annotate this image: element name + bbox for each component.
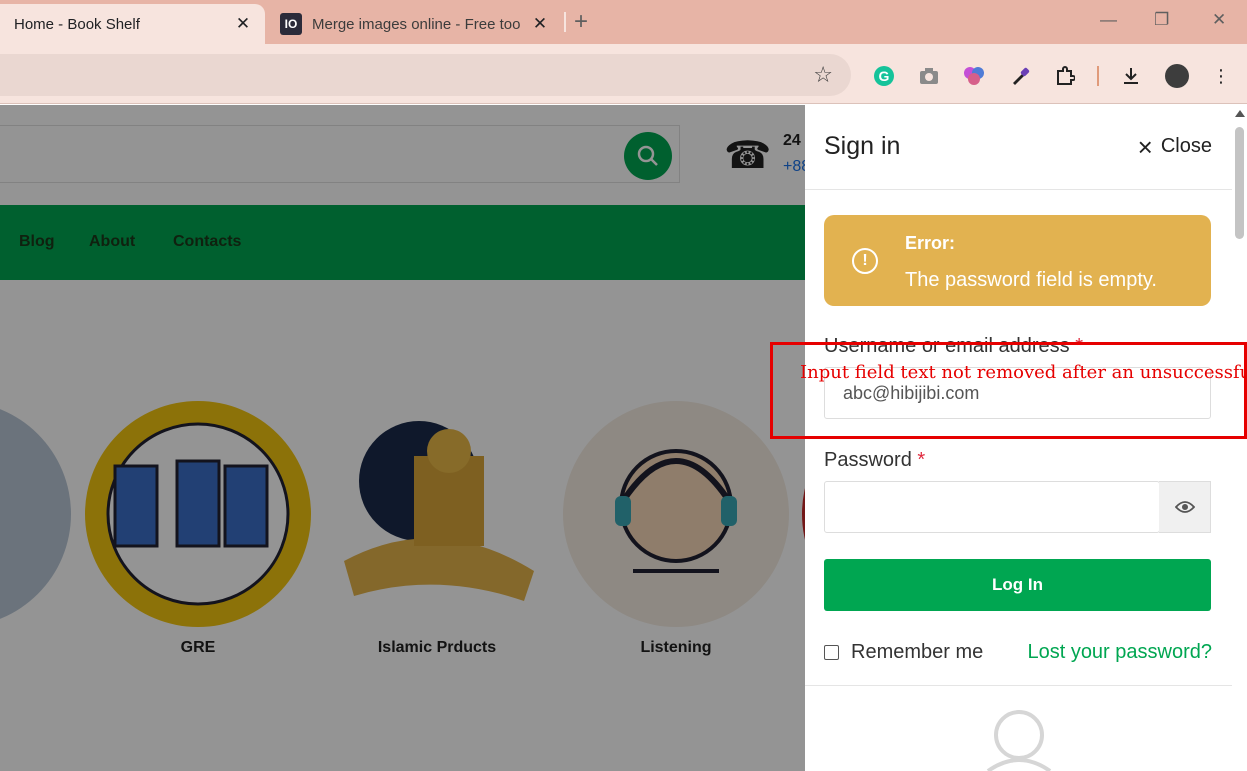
window-close-icon[interactable]: ✕: [1212, 10, 1226, 30]
address-bar[interactable]: ☆: [0, 54, 851, 96]
login-button[interactable]: Log In: [824, 559, 1211, 611]
eyedropper-icon[interactable]: [1007, 63, 1033, 89]
scroll-thumb[interactable]: [1235, 127, 1244, 239]
password-label-text: Password: [824, 449, 912, 471]
tab-close-icon[interactable]: ✕: [231, 14, 255, 34]
scroll-up-arrow-icon[interactable]: [1235, 110, 1245, 117]
tab-merge-images[interactable]: IO Merge images online - Free too ✕: [272, 4, 562, 44]
annotation-text: Input field text not removed after an un…: [800, 362, 1247, 383]
bookmark-star-icon[interactable]: ☆: [813, 62, 833, 88]
tab-separator: [564, 12, 566, 32]
restore-icon[interactable]: ❐: [1154, 10, 1169, 30]
grammarly-icon[interactable]: G: [874, 66, 894, 86]
remember-label: Remember me: [851, 641, 984, 663]
more-menu-icon[interactable]: ⋮: [1208, 63, 1234, 89]
tab-title: Home - Book Shelf: [14, 15, 140, 33]
header-divider: [805, 189, 1232, 190]
tab-favicon: IO: [280, 13, 302, 35]
error-message: The password field is empty.: [905, 269, 1157, 291]
tab-home-book-shelf[interactable]: Home - Book Shelf ✕: [0, 4, 265, 44]
footer-divider: [805, 685, 1232, 686]
plus-icon[interactable]: +: [574, 8, 588, 36]
required-mark: *: [917, 449, 926, 471]
tab-title: Merge images online - Free too: [312, 15, 521, 33]
brain-icon[interactable]: [961, 63, 987, 89]
toolbar-separator: [1097, 66, 1099, 86]
camera-icon[interactable]: [916, 63, 942, 89]
puzzle-icon[interactable]: [1052, 63, 1078, 89]
error-alert: ! Error: The password field is empty.: [824, 215, 1211, 306]
password-input[interactable]: [824, 481, 1160, 533]
browser-tab-bar: Home - Book Shelf ✕ IO Merge images onli…: [0, 0, 1247, 44]
close-icon: ×: [1137, 131, 1153, 162]
minimize-icon[interactable]: —: [1100, 10, 1117, 30]
modal-overlay[interactable]: [0, 105, 805, 771]
close-label: Close: [1160, 135, 1212, 157]
download-icon[interactable]: [1118, 63, 1144, 89]
user-icon: [986, 709, 1052, 771]
tab-close-icon[interactable]: ✕: [528, 14, 552, 34]
remember-checkbox[interactable]: [824, 645, 839, 660]
annotation-highlight-box: [770, 342, 1247, 439]
close-button[interactable]: × Close: [1137, 131, 1212, 162]
profile-avatar[interactable]: [1165, 64, 1189, 88]
error-title: Error:: [905, 233, 956, 253]
signin-title: Sign in: [824, 132, 901, 160]
lost-password-link[interactable]: Lost your password?: [1027, 641, 1212, 664]
remember-me[interactable]: Remember me: [824, 641, 983, 664]
exclamation-icon: !: [852, 248, 878, 274]
eye-icon[interactable]: [1159, 481, 1211, 533]
password-label: Password *: [824, 449, 925, 472]
website-background: ☎ 24 +88 Blog About Contacts GRE Islamic…: [0, 105, 805, 771]
